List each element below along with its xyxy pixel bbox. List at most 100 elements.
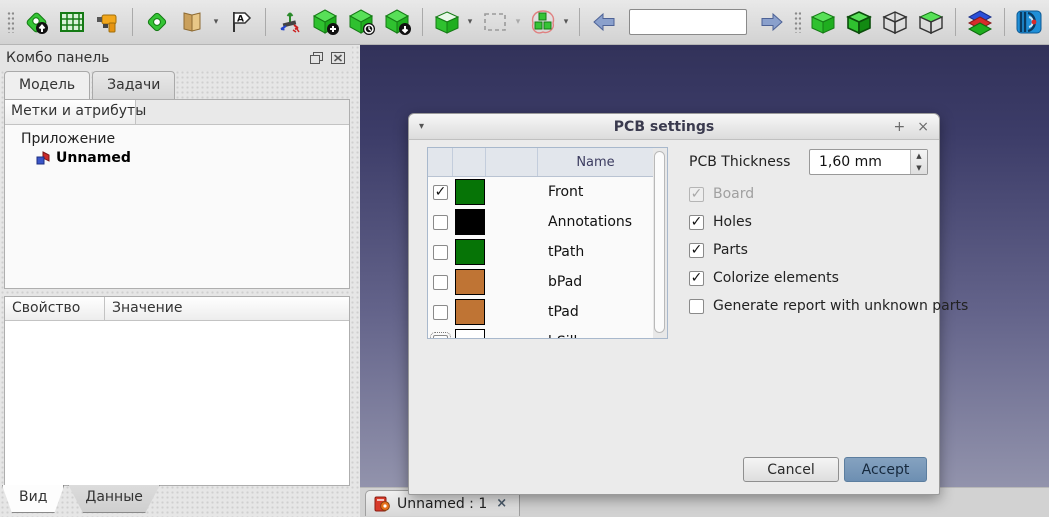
- solid-cube-icon: [434, 10, 459, 34]
- cancel-button[interactable]: Cancel: [743, 457, 839, 482]
- add-model-button[interactable]: [309, 4, 343, 40]
- layer-visible-checkbox[interactable]: [430, 331, 451, 338]
- color-col-header[interactable]: [453, 148, 486, 176]
- dialog-menu-icon[interactable]: ▾: [419, 121, 439, 132]
- parts-list-icon: [60, 12, 84, 32]
- pcb-thickness-spinbox[interactable]: 1,60 mm ▲ ▼: [809, 149, 928, 175]
- layer-row[interactable]: tPath: [428, 237, 655, 267]
- nav-back-button[interactable]: [587, 4, 621, 40]
- layers-button[interactable]: [963, 4, 997, 40]
- option-row[interactable]: ✓ Colorize elements: [689, 264, 968, 292]
- layer-row[interactable]: bSilk: [428, 327, 655, 338]
- option-row[interactable]: ✓ Parts: [689, 236, 968, 264]
- tree-item-unnamed[interactable]: Unnamed: [5, 149, 349, 167]
- option-checkbox[interactable]: ✓: [689, 270, 704, 286]
- solid-dropdown-arrow[interactable]: ▾: [464, 17, 476, 27]
- selection-dropdown-arrow[interactable]: ▾: [512, 17, 524, 27]
- layer-visible-checkbox[interactable]: [433, 214, 448, 230]
- download-model-button[interactable]: [381, 4, 415, 40]
- layer-color-swatch[interactable]: [454, 209, 485, 235]
- model-tree[interactable]: Приложение Unnamed: [5, 125, 349, 288]
- pcb-thickness-label: PCB Thickness: [689, 154, 791, 170]
- layer-color-swatch[interactable]: [454, 239, 485, 265]
- layers-scrollbar[interactable]: [653, 148, 667, 338]
- extra-col-header[interactable]: [486, 148, 538, 176]
- pad-button[interactable]: [140, 4, 174, 40]
- library-folder-icon: [183, 12, 201, 32]
- layers-scrollbar-thumb[interactable]: [654, 151, 665, 333]
- display-shaded-button[interactable]: [842, 4, 876, 40]
- document-tab-close-icon[interactable]: ×: [494, 496, 509, 511]
- panel-splitter[interactable]: [4, 289, 350, 296]
- option-checkbox[interactable]: ✓: [689, 214, 704, 230]
- layer-row[interactable]: bPad: [428, 267, 655, 297]
- pcb-export-button[interactable]: [19, 4, 53, 40]
- toolbar-grip[interactable]: [7, 11, 14, 33]
- property-pane: Свойство Значение: [4, 296, 350, 486]
- tab-tasks[interactable]: Задачи: [92, 71, 176, 99]
- layer-color-swatch[interactable]: [454, 179, 485, 205]
- tab-data[interactable]: Данные: [68, 485, 160, 513]
- option-row[interactable]: Generate report with unknown parts: [689, 292, 968, 320]
- layer-row[interactable]: Annotations: [428, 207, 655, 237]
- layer-visible-checkbox[interactable]: [433, 274, 448, 290]
- model-tree-pane: Метки и атрибуты Приложение Unnamed: [4, 99, 350, 289]
- tab-model[interactable]: Модель: [4, 71, 91, 100]
- layer-rows: ✓ Front Annotations tPath bPad tPad bSilk: [428, 177, 667, 338]
- option-row[interactable]: ✓ Board: [689, 180, 968, 208]
- pcb-thickness-value[interactable]: 1,60 mm: [810, 150, 910, 174]
- spin-up-icon[interactable]: ▲: [911, 150, 927, 162]
- toolbar-grip[interactable]: [794, 11, 801, 33]
- panel-float-button[interactable]: [308, 51, 325, 66]
- layer-row[interactable]: tPad: [428, 297, 655, 327]
- explode-dropdown-arrow[interactable]: ▾: [560, 17, 572, 27]
- spin-buttons: ▲ ▼: [910, 150, 927, 174]
- nav-forward-button[interactable]: [755, 4, 789, 40]
- solid-cube-button[interactable]: [430, 4, 464, 40]
- spin-down-icon[interactable]: ▼: [911, 162, 927, 174]
- property-list[interactable]: [5, 321, 349, 485]
- tree-root-application[interactable]: Приложение: [5, 129, 349, 149]
- drill-icon: [96, 14, 116, 32]
- name-col-header[interactable]: Name: [538, 148, 667, 176]
- layer-visible-checkbox[interactable]: [433, 304, 448, 320]
- display-hybrid-button[interactable]: [914, 4, 948, 40]
- dialog-close-button[interactable]: ×: [917, 119, 929, 135]
- layer-name: Front: [548, 184, 584, 200]
- combo-panel-titlebar: Комбо панель: [0, 45, 352, 71]
- kicad-button[interactable]: [1012, 4, 1046, 40]
- tree-header-labels[interactable]: Метки и атрибуты: [5, 100, 146, 124]
- layer-color-swatch[interactable]: [454, 269, 485, 295]
- layer-visible-checkbox[interactable]: ✓: [433, 184, 448, 200]
- library-dropdown-arrow[interactable]: ▾: [210, 17, 222, 27]
- layer-row[interactable]: ✓ Front: [428, 177, 655, 207]
- visible-col-header[interactable]: [428, 148, 453, 176]
- selection-box-button[interactable]: [478, 4, 512, 40]
- library-folder-button[interactable]: [176, 4, 210, 40]
- display-solid-button[interactable]: [806, 4, 840, 40]
- option-row[interactable]: ✓ Holes: [689, 208, 968, 236]
- annotation-flag-button[interactable]: A: [224, 4, 258, 40]
- property-col-header[interactable]: Свойство: [5, 297, 105, 320]
- layer-color-swatch[interactable]: [454, 299, 485, 325]
- value-col-header[interactable]: Значение: [105, 297, 349, 320]
- tab-view[interactable]: Вид: [2, 485, 65, 513]
- option-checkbox[interactable]: ✓: [689, 242, 704, 258]
- drill-button[interactable]: [91, 4, 125, 40]
- assembly-axes-button[interactable]: [273, 4, 307, 40]
- panel-close-button[interactable]: [329, 51, 346, 66]
- dialog-titlebar[interactable]: ▾ PCB settings + ×: [409, 114, 939, 140]
- layer-visible-checkbox[interactable]: [433, 244, 448, 260]
- explode-groups-button[interactable]: [526, 4, 560, 40]
- add-model-icon: [312, 9, 339, 35]
- accept-button[interactable]: Accept: [844, 457, 927, 482]
- toolbar-text-input[interactable]: [629, 9, 747, 35]
- toolbar-separator: [265, 8, 266, 36]
- option-checkbox[interactable]: [689, 298, 704, 314]
- display-wireframe-button[interactable]: [878, 4, 912, 40]
- parts-list-button[interactable]: [55, 4, 89, 40]
- model-history-button[interactable]: [345, 4, 379, 40]
- dialog-shade-button[interactable]: +: [894, 119, 906, 135]
- layer-color-swatch[interactable]: [454, 329, 485, 338]
- float-icon: [310, 52, 323, 64]
